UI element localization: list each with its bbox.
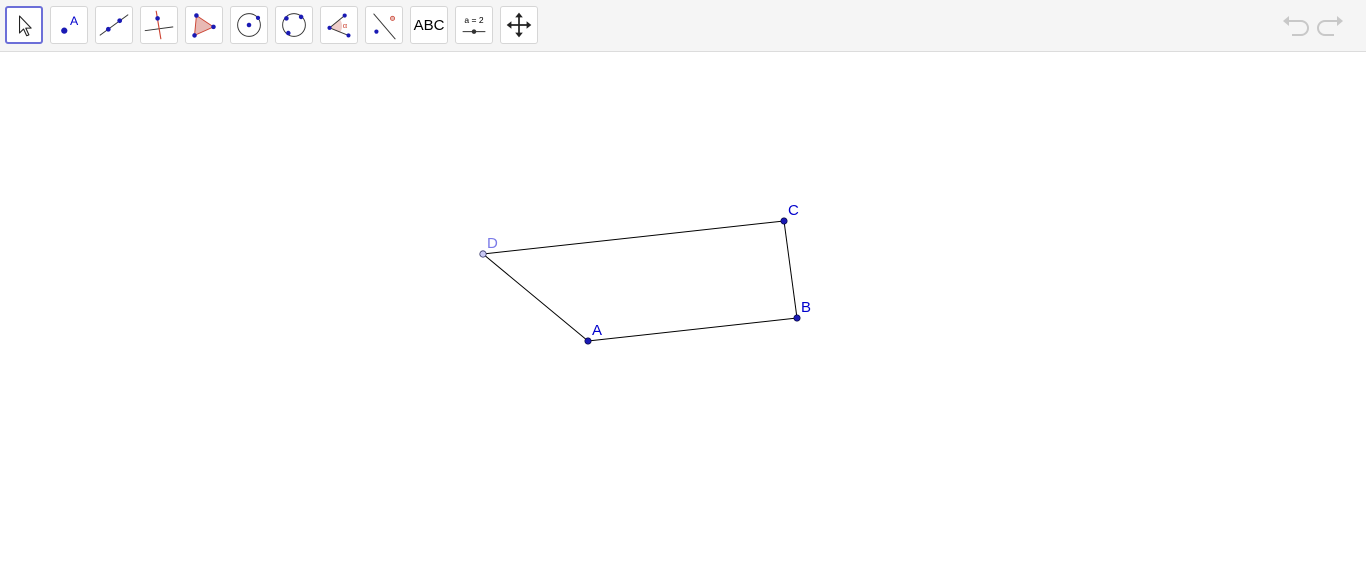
redo-icon <box>1317 16 1343 36</box>
cursor-arrow-icon <box>18 15 32 37</box>
line-through-two-points-icon <box>99 14 129 36</box>
circle-three-points-tool[interactable] <box>275 6 313 44</box>
polygon-icon <box>192 13 216 38</box>
line-tool[interactable] <box>95 6 133 44</box>
slider-icon-label: a = 2 <box>464 15 483 25</box>
angle-icon: α <box>327 13 351 38</box>
segment-BC[interactable] <box>783 220 798 319</box>
redo-button[interactable] <box>1316 12 1346 40</box>
angle-icon-label: α <box>343 21 348 30</box>
toolbar: A α ABC a = 2 <box>0 0 1366 52</box>
segment-DA[interactable] <box>482 253 589 342</box>
polygon-tool[interactable] <box>185 6 223 44</box>
text-tool[interactable]: ABC <box>410 6 448 44</box>
reflect-tool[interactable] <box>365 6 403 44</box>
segment-AB[interactable] <box>587 317 798 342</box>
undo-icon <box>1283 16 1309 36</box>
circle-three-points-icon <box>282 13 306 37</box>
point-icon: A <box>61 14 79 34</box>
angle-tool[interactable]: α <box>320 6 358 44</box>
move-graphics-view-tool[interactable] <box>500 6 538 44</box>
perpendicular-line-icon <box>144 10 174 40</box>
slider-tool[interactable]: a = 2 <box>455 6 493 44</box>
perpendicular-line-tool[interactable] <box>140 6 178 44</box>
circle-tool[interactable] <box>230 6 268 44</box>
point-D-label: D <box>487 235 498 252</box>
undo-button[interactable] <box>1280 12 1310 40</box>
point-A[interactable] <box>584 337 592 345</box>
point-B[interactable] <box>793 314 801 322</box>
point-D[interactable] <box>479 250 487 258</box>
point-C[interactable] <box>780 217 788 225</box>
point-tool[interactable]: A <box>50 6 88 44</box>
geometry-canvas[interactable]: A B C D <box>0 53 1366 570</box>
text-icon: ABC <box>413 16 445 34</box>
point-A-label: A <box>592 322 602 339</box>
reflect-about-line-icon <box>373 13 396 40</box>
circle-center-point-icon <box>237 13 261 37</box>
point-icon-label: A <box>70 14 79 28</box>
move-tool[interactable] <box>5 6 43 44</box>
graphics-view[interactable]: A B C D <box>0 53 1366 570</box>
point-C-label: C <box>788 202 799 219</box>
move-graphics-view-icon <box>506 12 532 38</box>
slider-icon: a = 2 <box>462 15 486 34</box>
point-B-label: B <box>801 299 811 316</box>
segment-CD[interactable] <box>482 220 785 255</box>
